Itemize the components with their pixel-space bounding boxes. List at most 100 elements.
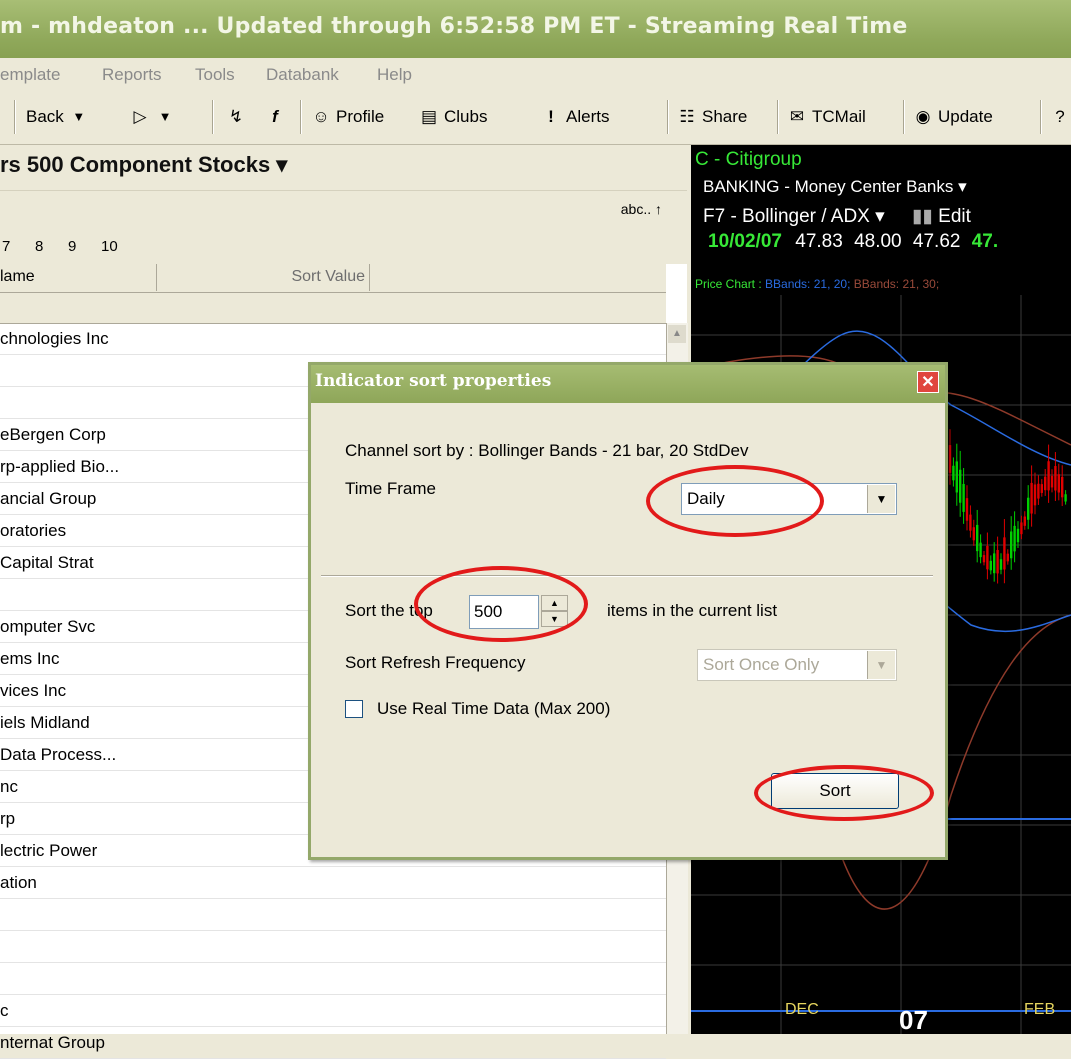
- candle-body: [952, 465, 955, 481]
- legend-price: Price Chart :: [695, 277, 762, 291]
- menu-tools[interactable]: Tools: [195, 65, 235, 85]
- legend-bbands-2: BBands: 21, 30;: [853, 277, 940, 291]
- share-button[interactable]: ☷ Share: [677, 104, 747, 130]
- candle-body: [1033, 484, 1037, 506]
- candle-body: [1040, 484, 1043, 493]
- candle-body: [986, 545, 989, 570]
- axis-label-feb: FEB: [1024, 1001, 1056, 1018]
- refresh-frequency-label: Sort Refresh Frequency: [345, 653, 526, 672]
- forward-icon: ▷: [133, 107, 147, 126]
- sort-value-label: Sort Value: [291, 268, 365, 285]
- list-item[interactable]: chnologies Inc: [0, 323, 666, 355]
- candle-body: [1027, 497, 1030, 520]
- list-item[interactable]: c: [0, 995, 666, 1027]
- function-button[interactable]: f: [265, 104, 285, 130]
- update-button[interactable]: ◉ Update: [913, 104, 993, 130]
- candle-body: [1037, 483, 1040, 499]
- list-item[interactable]: [0, 899, 666, 931]
- back-dropdown-icon[interactable]: ▼: [69, 107, 89, 127]
- candle-body: [982, 555, 986, 563]
- candle-body: [1050, 475, 1054, 488]
- tcmail-button[interactable]: ✉ TCMail: [787, 104, 866, 130]
- menu-help[interactable]: Help: [377, 65, 412, 85]
- annotation-timeframe: [646, 465, 824, 537]
- alert-icon: !: [548, 107, 554, 126]
- list-item[interactable]: ation: [0, 867, 666, 899]
- watchlist-header: rs 500 Component Stocks ▾: [0, 145, 687, 190]
- mail-icon: ✉: [789, 107, 805, 126]
- chart-symbol[interactable]: C - Citigroup: [695, 149, 802, 171]
- chart-template-selector[interactable]: F7 - Bollinger / ADX ▾: [703, 206, 885, 227]
- chart-industry[interactable]: BANKING - Money Center Banks ▾: [703, 177, 967, 197]
- refresh-frequency-select: Sort Once Only ▼: [697, 649, 897, 681]
- axis-label-year: 07: [899, 1005, 928, 1034]
- tcmail-label: TCMail: [812, 107, 866, 126]
- quote-open: 47.83: [795, 231, 843, 252]
- time-frame-label: Time Frame: [345, 479, 436, 498]
- chevron-down-icon[interactable]: ▼: [867, 485, 895, 513]
- alerts-button[interactable]: ! Alerts: [541, 104, 609, 130]
- candle-body: [1020, 522, 1023, 535]
- alerts-label: Alerts: [566, 107, 610, 126]
- candle-body: [1016, 528, 1020, 543]
- back-button[interactable]: Back ▼: [26, 104, 89, 130]
- quote-high: 48.00: [854, 231, 902, 252]
- quote-low: 47.62: [912, 231, 961, 252]
- candle-body: [959, 469, 962, 503]
- help-button[interactable]: ?: [1050, 104, 1070, 130]
- column-header-sort-value[interactable]: Sort Value: [156, 264, 370, 291]
- list-item[interactable]: [0, 963, 666, 995]
- candle-body: [999, 559, 1003, 570]
- back-label: Back: [26, 107, 64, 126]
- candle-body: [979, 542, 982, 558]
- filter-row: [0, 293, 666, 324]
- axis-label-dec: DEC: [785, 1001, 819, 1018]
- close-icon[interactable]: ✕: [917, 371, 939, 393]
- menu-reports[interactable]: Reports: [102, 65, 162, 85]
- chart-quote: 10/02/07 47.83 48.00 47.62 47.: [708, 231, 998, 253]
- sort-direction-button[interactable]: abc.. ↑: [621, 201, 662, 217]
- share-label: Share: [702, 107, 748, 126]
- tab-7[interactable]: 7: [2, 238, 10, 255]
- realtime-checkbox[interactable]: [345, 700, 363, 718]
- tab-9[interactable]: 9: [68, 238, 76, 255]
- quote-close: 47.: [971, 231, 999, 252]
- forward-button[interactable]: ▷ ▼: [130, 104, 175, 130]
- toolbar: Back ▼ ▷ ▼ ↯ f ☺ Profile ▤ Clubs ! Alert…: [0, 92, 1071, 145]
- list-item[interactable]: [0, 931, 666, 963]
- clubs-button[interactable]: ▤ Clubs: [419, 104, 488, 130]
- profile-icon: ☺: [312, 107, 330, 126]
- candle-body: [996, 549, 999, 574]
- annotation-sort-button: [754, 765, 934, 821]
- tab-8[interactable]: 8: [35, 238, 43, 255]
- watchlist-subheader: abc.. ↑: [0, 190, 687, 233]
- column-header-name[interactable]: lame: [0, 268, 35, 286]
- candle-body: [1003, 537, 1006, 570]
- refresh-frequency-value: Sort Once Only: [703, 655, 820, 674]
- list-item[interactable]: nternat Group: [0, 1027, 666, 1059]
- menu-template[interactable]: emplate: [0, 65, 60, 85]
- candle-body: [993, 553, 996, 574]
- watchlist-title[interactable]: rs 500 Component Stocks ▾: [0, 152, 287, 178]
- candle-body: [1044, 476, 1047, 491]
- chart-legend: Price Chart : BBands: 21, 20; BBands: 21…: [695, 277, 939, 291]
- scroll-up-icon[interactable]: ▲: [668, 325, 686, 343]
- quote-date: 10/02/07: [708, 231, 782, 252]
- share-icon: ☷: [679, 107, 695, 126]
- chart-edit-button[interactable]: Edit: [938, 206, 971, 227]
- window-title-bar: m - mhdeaton ... Updated through 6:52:58…: [0, 0, 1071, 58]
- realtime-label: Use Real Time Data (Max 200): [377, 699, 611, 718]
- menu-bar: emplate Reports Tools Databank Help: [0, 58, 1071, 92]
- lightning-icon: ↯: [228, 107, 244, 126]
- dialog-divider: [321, 575, 933, 577]
- lightning-button[interactable]: ↯: [226, 104, 246, 130]
- chart-template: F7 - Bollinger / ADX ▾ ▮▮ Edit: [703, 205, 971, 228]
- annotation-sort-top: [414, 566, 588, 642]
- candle-body: [955, 461, 958, 493]
- tab-10[interactable]: 10: [101, 238, 118, 255]
- candle-body: [976, 524, 979, 552]
- menu-databank[interactable]: Databank: [266, 65, 339, 85]
- profile-button[interactable]: ☺ Profile: [311, 104, 384, 130]
- forward-dropdown-icon[interactable]: ▼: [155, 107, 175, 127]
- candle-body: [972, 527, 975, 541]
